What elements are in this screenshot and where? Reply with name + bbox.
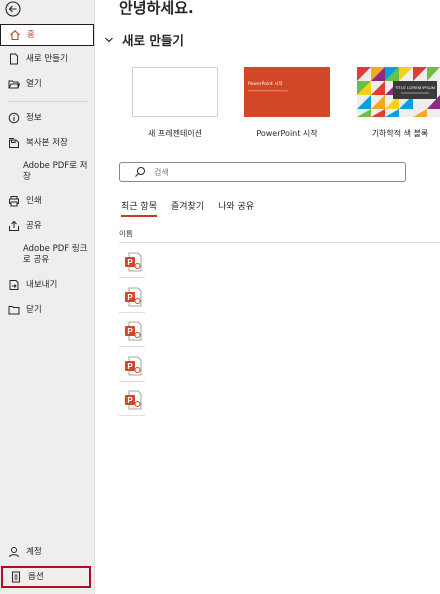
- template-thumb-geometric[interactable]: TITLE LOREM IPSUM: [357, 67, 440, 117]
- template-label-blank[interactable]: 새 프레젠테이션: [120, 128, 230, 139]
- file-row[interactable]: P: [119, 279, 145, 313]
- search-input[interactable]: [154, 167, 354, 177]
- sidebar-item-info[interactable]: 정보: [0, 111, 95, 125]
- account-icon: [8, 546, 20, 558]
- sidebar-item-label: 내보내기: [26, 279, 58, 290]
- pptx-file-icon: P: [125, 287, 142, 306]
- svg-text:P: P: [127, 258, 133, 267]
- sidebar-item-label: 새로 만들기: [26, 53, 68, 64]
- new-section-title: 새로 만들기: [122, 33, 184, 48]
- tab-recent[interactable]: 최근 항목: [121, 199, 157, 217]
- pptx-file-icon: P: [125, 252, 142, 272]
- file-row[interactable]: P: [119, 244, 145, 278]
- sidebar-item-share[interactable]: 공유: [0, 219, 95, 233]
- template-label-geometric[interactable]: 기하학적 색 블록: [345, 128, 440, 139]
- template-label-powerpoint-start[interactable]: PowerPoint 시작: [232, 128, 342, 139]
- sidebar-item-export[interactable]: 내보내기: [0, 278, 95, 292]
- new-document-icon: [8, 53, 20, 65]
- thumb-subtitle-lines: ━━━━━━━━━━━━━━━━━━━━━━: [248, 89, 288, 93]
- pptx-file-icon: P: [125, 356, 142, 375]
- options-icon: [10, 571, 22, 583]
- svg-text:P: P: [127, 293, 133, 302]
- sidebar-item-options[interactable]: 옵션: [1, 566, 91, 588]
- sidebar-item-label: 계정: [26, 546, 42, 557]
- file-row[interactable]: P: [119, 313, 145, 347]
- thumb-title: PowerPoint 시작: [248, 82, 283, 87]
- template-thumb-powerpoint-start[interactable]: PowerPoint 시작 ━━━━━━━━━━━━━━━━━━━━━━: [244, 67, 330, 117]
- search-icon: [135, 167, 145, 177]
- pptx-file-icon: P: [125, 390, 142, 410]
- main-content: 안녕하세요. 새로 만들기 PowerPoint 시작 ━━━━━━━━━━━━…: [95, 0, 440, 594]
- back-arrow-icon[interactable]: [4, 0, 22, 18]
- sidebar-item-label: 복사본 저장: [26, 137, 68, 148]
- printer-icon: [8, 195, 20, 207]
- share-icon: [8, 220, 20, 232]
- geometric-pattern-image: TITLE LOREM IPSUM: [357, 67, 440, 117]
- file-row[interactable]: P: [119, 348, 145, 382]
- sidebar-item-label: 정보: [26, 112, 42, 123]
- sidebar-item-label: 홈: [27, 29, 35, 40]
- file-tabs: 최근 항목 즐겨찾기 나와 공유: [121, 199, 268, 217]
- sidebar-divider: [8, 101, 88, 102]
- chevron-down-icon: [105, 37, 113, 42]
- file-row[interactable]: P: [119, 382, 145, 416]
- sidebar: 홈 새로 만들기 열기 정보 복사본 저장 Adobe PDF로 저장 인쇄 공…: [0, 0, 95, 594]
- sidebar-item-label: 닫기: [26, 304, 42, 315]
- export-icon: [8, 279, 20, 291]
- close-folder-icon: [8, 304, 20, 316]
- sidebar-item-close[interactable]: 닫기: [0, 303, 95, 317]
- sidebar-item-print[interactable]: 인쇄: [0, 194, 95, 208]
- sidebar-item-save-adobe-pdf[interactable]: Adobe PDF로 저장: [0, 160, 92, 184]
- info-icon: [8, 112, 20, 124]
- sidebar-item-save-copy[interactable]: 복사본 저장: [0, 136, 95, 150]
- tab-shared-with-me[interactable]: 나와 공유: [218, 199, 254, 217]
- template-thumb-blank[interactable]: [132, 67, 218, 117]
- svg-text:P: P: [127, 362, 133, 371]
- sidebar-item-account[interactable]: 계정: [0, 545, 95, 559]
- tab-favorites[interactable]: 즐겨찾기: [171, 199, 204, 217]
- folder-open-icon: [8, 78, 20, 90]
- thumb-title: TITLE LOREM IPSUM: [395, 85, 435, 90]
- sidebar-item-open[interactable]: 열기: [0, 77, 95, 91]
- svg-text:P: P: [127, 327, 133, 336]
- sidebar-item-label: 열기: [26, 78, 42, 89]
- svg-text:P: P: [127, 396, 133, 405]
- sidebar-item-label: Adobe PDF로 저장: [23, 161, 88, 182]
- backstage-view: 홈 새로 만들기 열기 정보 복사본 저장 Adobe PDF로 저장 인쇄 공…: [0, 0, 440, 594]
- sidebar-item-label: 옵션: [28, 571, 44, 582]
- sidebar-item-new[interactable]: 새로 만들기: [0, 52, 95, 66]
- sidebar-item-home[interactable]: 홈: [0, 24, 94, 46]
- sidebar-item-share-adobe-pdf-link[interactable]: Adobe PDF 링크로 공유: [0, 243, 92, 267]
- sidebar-item-label: Adobe PDF 링크로 공유: [23, 244, 88, 265]
- greeting-heading: 안녕하세요.: [119, 0, 194, 17]
- home-icon: [9, 29, 21, 41]
- sidebar-item-label: 공유: [26, 220, 42, 231]
- pptx-file-icon: P: [125, 321, 142, 341]
- sidebar-item-label: 인쇄: [26, 195, 42, 206]
- new-section-header[interactable]: 새로 만들기: [104, 30, 184, 49]
- save-copy-icon: [8, 137, 20, 149]
- column-header-name[interactable]: 이름: [119, 228, 133, 239]
- column-header-divider: [119, 242, 440, 243]
- search-box[interactable]: [119, 162, 406, 182]
